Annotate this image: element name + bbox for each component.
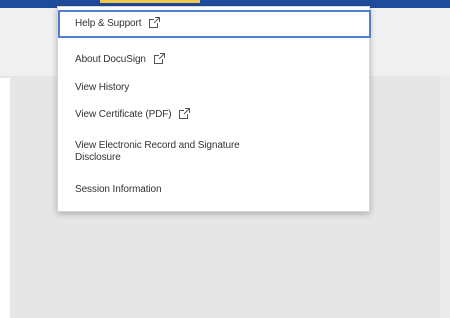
active-tab-indicator xyxy=(100,0,200,3)
other-actions-menu: Help & Support About DocuSign View Histo… xyxy=(57,6,371,212)
menu-item-label: About DocuSign xyxy=(75,54,146,65)
menu-item-view-electronic-record-disclosure[interactable]: View Electronic Record and Signature Dis… xyxy=(58,139,371,171)
menu-item-label: View Certificate (PDF) xyxy=(75,109,172,120)
menu-item-view-history[interactable]: View History xyxy=(58,81,371,101)
menu-item-label: Session Information xyxy=(75,184,162,195)
menu-item-label: View Electronic Record and Signature xyxy=(75,140,240,151)
menu-item-help-support[interactable]: Help & Support xyxy=(58,10,371,38)
menu-item-label-continued: Disclosure xyxy=(75,152,121,163)
external-link-icon xyxy=(153,53,165,64)
menu-item-session-information[interactable]: Session Information xyxy=(58,183,371,203)
external-link-icon xyxy=(149,17,161,28)
menu-item-label: Help & Support xyxy=(75,18,142,29)
external-link-icon xyxy=(179,108,191,119)
menu-item-view-certificate[interactable]: View Certificate (PDF) xyxy=(58,108,371,128)
document-page-edge xyxy=(0,78,10,318)
menu-item-about-docusign[interactable]: About DocuSign xyxy=(58,53,371,73)
menu-item-label: View History xyxy=(75,82,130,93)
